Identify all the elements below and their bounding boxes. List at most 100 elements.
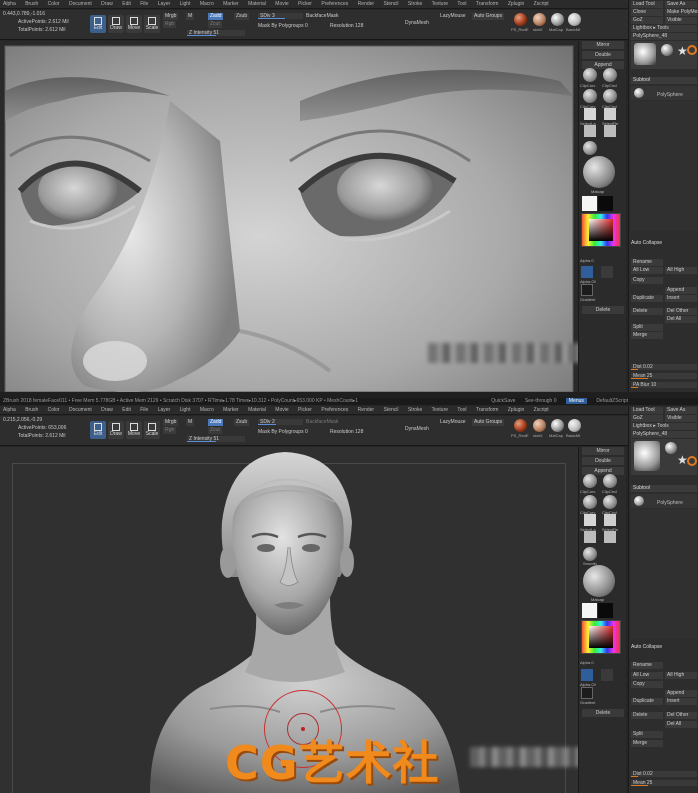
mirror-button[interactable]: Mirror xyxy=(582,447,624,455)
menu-item-document[interactable]: Document xyxy=(69,1,92,7)
mirror-button[interactable]: Mirror xyxy=(582,41,624,49)
visible-button[interactable]: Visible xyxy=(665,17,697,24)
split-button[interactable]: Split xyxy=(631,324,663,331)
append-subtool-button[interactable]: Append xyxy=(665,287,697,294)
selectrect-icon[interactable] xyxy=(604,108,616,120)
menu-item-tool[interactable]: Tool xyxy=(457,407,466,413)
clone-button[interactable]: Clone xyxy=(631,9,663,16)
subtool-item[interactable]: PolySphere xyxy=(631,494,697,508)
menu-item-zscript[interactable]: Zscript xyxy=(534,1,549,7)
sphere-tool-thumb[interactable] xyxy=(665,442,677,454)
make-polymesh-button[interactable]: Make PolyMesh3D xyxy=(665,9,698,16)
secondary-color-swatch[interactable] xyxy=(598,603,613,618)
z-intensity-slider[interactable]: Z Intensity 51 xyxy=(187,436,245,442)
menu-item-light[interactable]: Light xyxy=(180,407,191,413)
menu-item-zplugin[interactable]: Zplugin xyxy=(508,1,524,7)
menu-item-picker[interactable]: Picker xyxy=(298,407,312,413)
duplicate-button[interactable]: Duplicate xyxy=(631,698,663,705)
zsub-button[interactable]: Zsub xyxy=(234,13,250,20)
selectlasso-icon[interactable] xyxy=(584,108,596,120)
copy-button[interactable]: Copy xyxy=(631,681,663,688)
menu-item-layer[interactable]: Layer xyxy=(158,1,171,7)
zadd-button[interactable]: Zadd xyxy=(208,13,224,20)
menu-item-material[interactable]: Material xyxy=(248,407,266,413)
viewport-canvas[interactable] xyxy=(0,41,578,392)
menu-item-marker[interactable]: Marker xyxy=(223,1,239,7)
matcap-material-icon[interactable] xyxy=(583,156,615,188)
menu-item-light[interactable]: Light xyxy=(180,1,191,7)
subtool-header[interactable]: Subtool xyxy=(631,485,697,492)
subtool-item[interactable]: PolySphere xyxy=(631,86,697,100)
auto-groups-button[interactable]: Auto Groups xyxy=(472,419,505,426)
menu-item-file[interactable]: File xyxy=(140,407,148,413)
menu-item-texture[interactable]: Texture xyxy=(432,407,448,413)
mrgb-button[interactable]: Mrgb xyxy=(163,13,179,20)
double-button[interactable]: Double xyxy=(582,457,624,465)
material-basic-icon[interactable] xyxy=(568,13,581,26)
rgb-button[interactable]: Rgb xyxy=(163,21,177,28)
delete-button[interactable]: Delete xyxy=(582,306,624,314)
menu-item-material[interactable]: Material xyxy=(248,1,266,7)
mask-by-polygroups[interactable]: Mask By Polygroups 0 xyxy=(258,429,308,435)
menu-item-document[interactable]: Document xyxy=(69,407,92,413)
menu-item-picker[interactable]: Picker xyxy=(298,1,312,7)
split-button[interactable]: Split xyxy=(631,731,663,738)
menu-item-movie[interactable]: Movie xyxy=(275,407,288,413)
sphere-tool-thumb[interactable] xyxy=(661,44,673,56)
gradient-icon[interactable] xyxy=(581,687,593,699)
texture-off-icon[interactable] xyxy=(601,266,613,278)
clipcircle-brush-icon[interactable] xyxy=(603,495,617,509)
delete-subtool-button[interactable]: Delete xyxy=(631,712,663,719)
zsub-button[interactable]: Zsub xyxy=(234,419,250,426)
auto-collapse-button[interactable]: Auto Collapse xyxy=(631,240,697,247)
edit-button[interactable]: Edit xyxy=(90,15,106,33)
smooth-brush-icon[interactable] xyxy=(583,547,597,561)
menu-item-render[interactable]: Render xyxy=(358,1,374,7)
merge-button[interactable]: Merge xyxy=(631,740,663,747)
edit-button[interactable]: Edit xyxy=(90,421,106,439)
z-intensity-slider[interactable]: Z Intensity 51 xyxy=(187,30,245,36)
save-as-button[interactable]: Save As xyxy=(665,407,697,414)
menu-item-macro[interactable]: Macro xyxy=(200,1,214,7)
load-tool-button[interactable]: Load Tool xyxy=(631,1,663,8)
primary-color-swatch[interactable] xyxy=(582,196,597,211)
visible-button[interactable]: Visible xyxy=(665,415,697,422)
duplicate-button[interactable]: Duplicate xyxy=(631,295,663,302)
menu-item-transform[interactable]: Transform xyxy=(476,407,499,413)
all-high-button[interactable]: All High xyxy=(665,672,697,679)
clipcurve-brush-icon[interactable] xyxy=(583,474,597,488)
move-button[interactable]: Move xyxy=(126,15,142,33)
menu-item-movie[interactable]: Movie xyxy=(275,1,288,7)
menu-item-stencil[interactable]: Stencil xyxy=(383,407,398,413)
material-matcap-icon[interactable] xyxy=(551,419,564,432)
material-red-icon[interactable] xyxy=(514,419,527,432)
resolution-slider[interactable]: Resolution 128 xyxy=(330,23,363,29)
mask-by-polygroups[interactable]: Mask By Polygroups 0 xyxy=(258,23,308,29)
menu-item-zscript[interactable]: Zscript xyxy=(534,407,549,413)
goz-button[interactable]: GoZ xyxy=(631,17,663,24)
resolution-slider[interactable]: Resolution 128 xyxy=(330,429,363,435)
menu-item-draw[interactable]: Draw xyxy=(101,1,113,7)
draw-button[interactable]: Draw xyxy=(108,15,124,33)
move-brush-icon[interactable] xyxy=(604,531,616,543)
goz-button[interactable]: GoZ xyxy=(631,415,663,422)
menu-item-alpha[interactable]: Alpha xyxy=(3,407,16,413)
menu-item-tool[interactable]: Tool xyxy=(457,1,466,7)
menu-item-brush[interactable]: Brush xyxy=(25,1,38,7)
selectrect-icon[interactable] xyxy=(604,514,616,526)
material-matcap-icon[interactable] xyxy=(551,13,564,26)
material-skin-icon[interactable] xyxy=(533,13,546,26)
polymesh-tool-icon[interactable] xyxy=(687,456,697,466)
del-other-button[interactable]: Del Other xyxy=(665,712,697,719)
material-skin-icon[interactable] xyxy=(533,419,546,432)
color-picker-field[interactable] xyxy=(589,626,613,648)
color-picker[interactable] xyxy=(581,213,621,247)
current-tool-label[interactable]: PolySphere_48 xyxy=(631,431,697,438)
rgb-button[interactable]: Rgb xyxy=(163,427,177,434)
default-zscript-button[interactable]: DefaultZScript xyxy=(596,398,628,404)
save-as-button[interactable]: Save As xyxy=(665,1,697,8)
delete-subtool-button[interactable]: Delete xyxy=(631,308,663,315)
draw-button[interactable]: Draw xyxy=(108,421,124,439)
texture-off-icon[interactable] xyxy=(601,669,613,681)
lazymouse-button[interactable]: LazyMouse xyxy=(440,419,466,425)
